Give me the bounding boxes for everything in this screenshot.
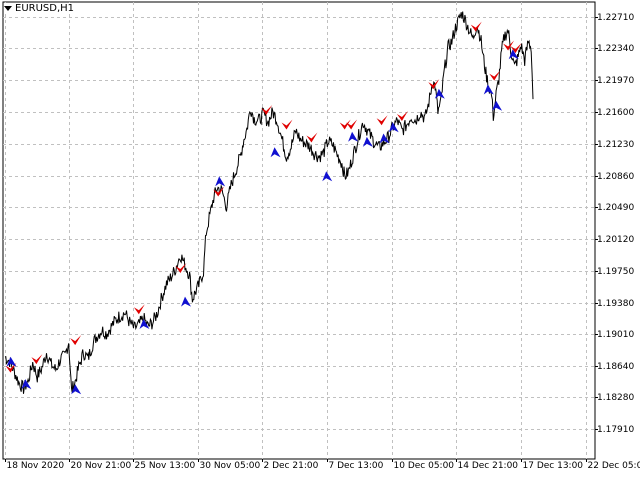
time-tick-label: 17 Dec 13:00: [522, 461, 584, 471]
price-tick-label: 1.21230: [597, 139, 635, 150]
price-tick-label: 1.21600: [597, 107, 635, 118]
time-tick-label: 22 Dec 05:00: [587, 461, 640, 471]
time-tick-label: 7 Dec 13:00: [328, 461, 384, 471]
time-tick-label: 10 Dec 05:00: [393, 461, 455, 471]
price-tick-label: 1.19380: [597, 298, 635, 309]
price-tick-label: 1.17910: [597, 424, 635, 435]
time-tick-label: 14 Dec 21:00: [457, 461, 519, 471]
price-tick-label: 1.18640: [597, 361, 635, 372]
plot-area[interactable]: [0, 0, 640, 480]
price-tick-label: 1.22340: [597, 43, 635, 54]
symbol-label[interactable]: EURUSD,H1: [4, 3, 77, 14]
symbol-text: EURUSD,H1: [15, 3, 75, 14]
price-tick-label: 1.20860: [597, 171, 635, 182]
price-tick-label: 1.19010: [597, 329, 635, 340]
time-tick-label: 2 Dec 21:00: [263, 461, 319, 471]
price-tick-label: 1.18280: [597, 392, 635, 403]
time-tick-label: 20 Nov 21:00: [70, 461, 132, 471]
chart-window[interactable]: EURUSD,H1 1.22710 1.22340 1.21970 1.21600 1.…: [0, 0, 640, 480]
plot-frame: [2, 1, 596, 460]
price-tick-label: 1.20120: [597, 234, 635, 245]
time-tick-label: 30 Nov 05:00: [199, 461, 261, 471]
time-tick-label: 25 Nov 13:00: [134, 461, 196, 471]
price-tick-label: 1.21970: [597, 75, 635, 86]
price-tick-label: 1.20490: [597, 202, 635, 213]
price-tick-label: 1.19750: [597, 266, 635, 277]
time-tick-label: 18 Nov 2020: [6, 461, 65, 471]
price-tick-label: 1.22710: [597, 12, 635, 23]
dropdown-triangle-icon[interactable]: [4, 6, 12, 11]
